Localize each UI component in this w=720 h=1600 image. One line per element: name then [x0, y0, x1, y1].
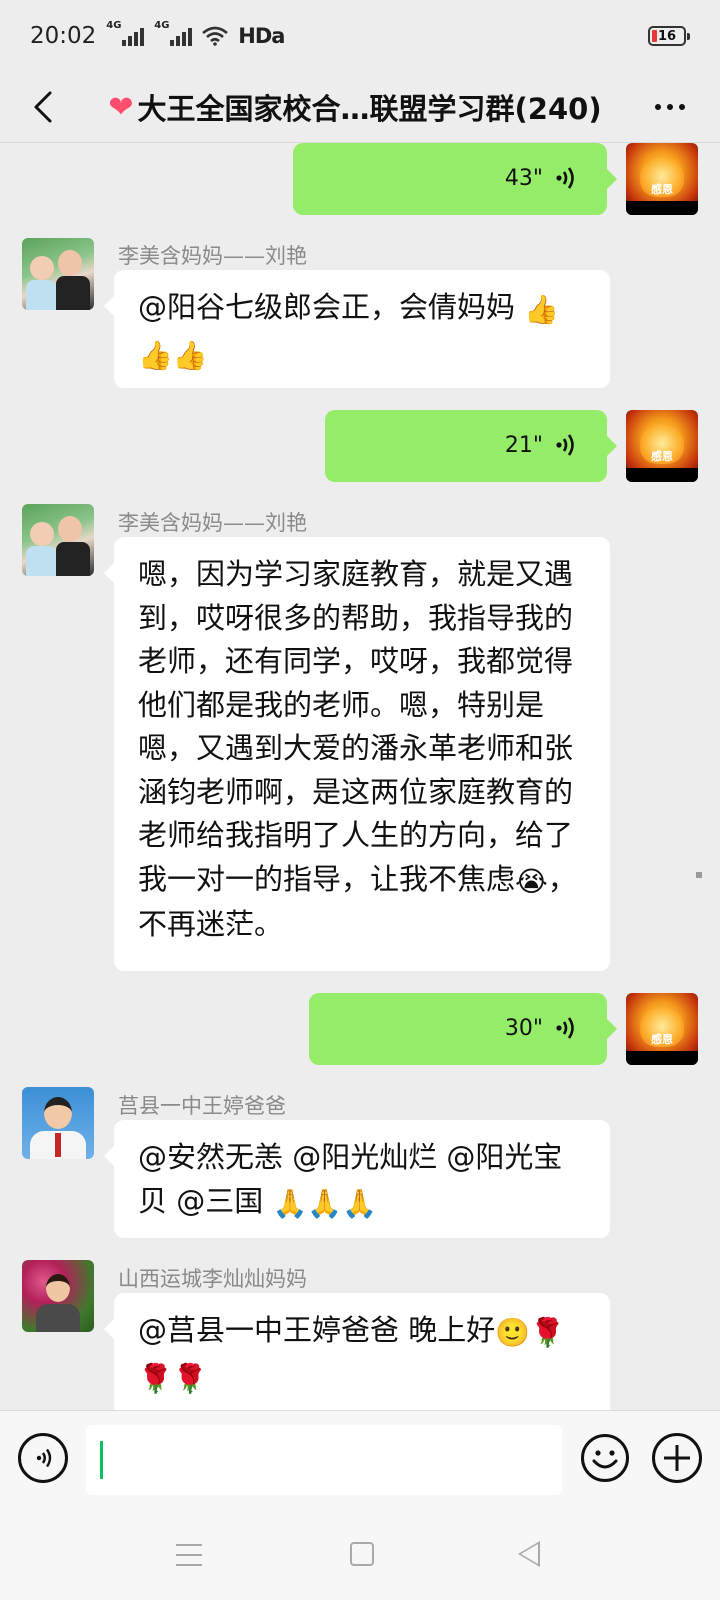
message-text: @莒县一中王婷爸爸 晚上好: [138, 1313, 496, 1347]
voice-message-bubble[interactable]: 43": [293, 143, 617, 215]
voice-wave-icon: [556, 1017, 574, 1039]
wifi-icon: [202, 26, 229, 46]
thumbs-up-icon: 👍: [524, 293, 560, 326]
avatar-label: 感恩: [651, 183, 673, 196]
voice-duration: 43": [504, 165, 543, 191]
sender-name: 李美含妈妈——刘艳: [118, 511, 307, 535]
message-input[interactable]: [86, 1425, 562, 1495]
rose-icon: 🌹: [138, 1361, 173, 1395]
voice-input-icon: [36, 1448, 52, 1468]
crying-face-icon: 😭: [515, 864, 548, 898]
signal-label: 4G: [106, 20, 122, 31]
voice-duration: 21": [504, 432, 543, 458]
sender-avatar[interactable]: [22, 1087, 94, 1159]
sender-name: 李美含妈妈——刘艳: [118, 244, 307, 268]
my-avatar[interactable]: 感恩: [626, 410, 698, 482]
avatar-label: 感恩: [651, 1033, 673, 1046]
text-message-bubble[interactable]: @安然无恙 @阳光灿烂 @阳光宝贝 @三国 🙏🙏🙏: [104, 1120, 610, 1238]
status-left: 20:02 4G 4G HDa: [30, 20, 285, 49]
status-bar: 20:02 4G 4G HDa 16: [0, 0, 720, 72]
sender-name: 莒县一中王婷爸爸: [118, 1094, 286, 1118]
chat-title-text: 大王全国家校合…联盟学习群(240): [137, 92, 602, 126]
pray-hands-icon: 🙏: [272, 1186, 308, 1220]
scroll-indicator: [696, 872, 702, 878]
my-avatar[interactable]: 感恩: [626, 993, 698, 1065]
back-button[interactable]: [18, 82, 68, 132]
voice-wave-icon: [556, 167, 574, 189]
title-bar: ❤ 大王全国家校合…联盟学习群(240): [0, 72, 720, 142]
rose-icon: 🌹: [172, 1361, 208, 1395]
thumbs-up-icon: 👍: [138, 338, 173, 372]
text-caret: [100, 1441, 103, 1479]
home-icon[interactable]: [350, 1542, 374, 1566]
signal-icon: 4G: [106, 20, 145, 46]
sender-name: 山西运城李灿灿妈妈: [118, 1267, 307, 1291]
my-avatar[interactable]: 感恩: [626, 143, 698, 215]
input-bar: [0, 1410, 720, 1516]
heart-icon: ❤: [108, 89, 134, 125]
status-time: 20:02: [30, 23, 97, 49]
avatar-label: 感恩: [651, 450, 673, 463]
voice-message-bubble[interactable]: 30": [309, 993, 617, 1065]
sender-avatar[interactable]: [22, 504, 94, 576]
voice-duration: 30": [504, 1015, 543, 1041]
emoji-button[interactable]: [580, 1433, 630, 1483]
text-message-bubble[interactable]: @莒县一中王婷爸爸 晚上好🙂🌹🌹🌹: [104, 1293, 610, 1410]
voice-message-bubble[interactable]: 21": [325, 410, 617, 482]
more-dots-icon: [655, 104, 661, 110]
voice-wave-icon: [556, 434, 574, 456]
hd-indicator: HDa: [238, 24, 285, 48]
back-triangle-icon[interactable]: [518, 1541, 540, 1567]
thumbs-up-icon: 👍: [172, 338, 208, 372]
sender-avatar[interactable]: [22, 1260, 94, 1332]
smile-face-icon: 🙂: [495, 1316, 531, 1349]
signal-label: 4G: [154, 20, 170, 31]
system-nav-bar: [0, 1516, 720, 1600]
battery-level: 16: [657, 28, 677, 44]
message-text: @阳谷七级郎会正，会倩妈妈: [138, 290, 525, 324]
text-message-bubble[interactable]: 嗯，因为学习家庭教育，就是又遇到，哎呀很多的帮助，我指导我的老师，还有同学，哎呀…: [104, 537, 610, 971]
chevron-left-icon: [34, 91, 52, 123]
sender-avatar[interactable]: [22, 238, 94, 310]
more-button[interactable]: [642, 82, 698, 132]
text-message-bubble[interactable]: @阳谷七级郎会正，会倩妈妈 👍👍👍: [104, 270, 610, 388]
chat-title[interactable]: ❤ 大王全国家校合…联盟学习群(240): [100, 82, 610, 132]
message-text: 嗯，因为学习家庭教育，就是又遇到，哎呀很多的帮助，我指导我的老师，还有同学，哎呀…: [138, 557, 574, 896]
signal-icon: 4G: [154, 20, 193, 46]
plus-button[interactable]: [652, 1433, 702, 1483]
rose-icon: 🌹: [530, 1316, 565, 1349]
voice-input-button[interactable]: [18, 1433, 68, 1483]
battery-icon: 16: [648, 26, 690, 46]
pray-hands-icon: 🙏: [307, 1186, 343, 1220]
pray-hands-icon: 🙏: [342, 1186, 378, 1220]
menu-icon[interactable]: [176, 1544, 202, 1566]
